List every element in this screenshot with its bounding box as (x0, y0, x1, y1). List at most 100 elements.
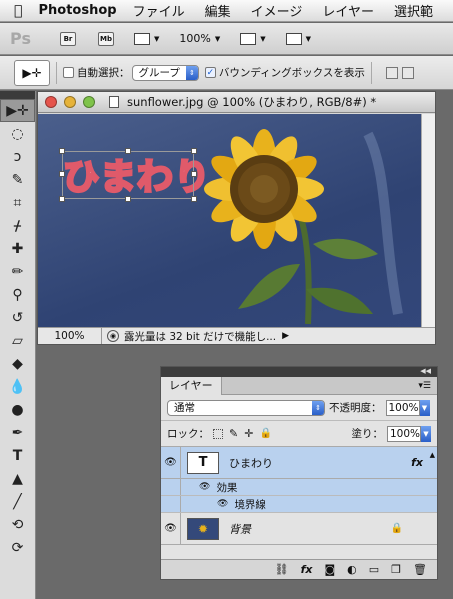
zoom-button[interactable] (83, 96, 95, 108)
crop-tool-icon[interactable]: ⌗ (0, 191, 35, 214)
panel-grip[interactable] (0, 91, 35, 99)
eye-icon[interactable]: 👁 (161, 447, 181, 478)
new-layer-icon[interactable]: ❐ (391, 563, 401, 576)
eyedropper-tool-icon[interactable]: ᚋ (0, 214, 35, 237)
panel-header-bar[interactable]: ◀◀ (161, 367, 437, 377)
bridge-button[interactable]: Br (60, 31, 76, 46)
document-titlebar[interactable]: sunflower.jpg @ 100% (ひまわり, RGB/8#) * (38, 92, 435, 113)
lock-fill-row: ロック： ✎ ✛ 🔒 塗り： 100% ▼ (161, 421, 437, 447)
layer-row-background[interactable]: 👁 ✹ 背景 🔒 (161, 513, 437, 545)
apple-icon[interactable]:  (10, 3, 26, 19)
opacity-value[interactable]: 100% (385, 399, 420, 416)
close-button[interactable] (45, 96, 57, 108)
zoom-level: 100% (179, 32, 211, 45)
lock-all-icon[interactable]: 🔒 (259, 428, 271, 439)
arrange-documents-dropdown[interactable]: ▼ (240, 32, 266, 45)
effects-row[interactable]: 👁 効果 (161, 479, 437, 496)
transform-handle[interactable] (191, 148, 197, 154)
zoom-field[interactable]: 100% (38, 328, 102, 344)
chevron-down-icon[interactable]: ▼ (421, 425, 431, 442)
eye-icon[interactable]: 👁 (199, 482, 210, 492)
document-canvas[interactable]: ひまわり (38, 114, 422, 329)
effects-label: 効果 (216, 481, 238, 494)
status-menu-arrow-icon[interactable]: ▶ (282, 331, 289, 341)
menu-file[interactable]: ファイル (133, 1, 185, 20)
pen-tool-icon[interactable]: ✒ (0, 421, 35, 444)
transform-handle[interactable] (59, 148, 65, 154)
path-select-tool-icon[interactable]: ▲ (0, 467, 35, 490)
ps-logo: Ps (10, 29, 31, 48)
minimize-button[interactable] (64, 96, 76, 108)
layer-row-himawari[interactable]: 👁 T ひまわり fx ▲ (161, 447, 437, 479)
eye-icon[interactable]: 👁 (161, 513, 181, 544)
blend-mode-dropdown[interactable]: 通常 ⇕ (167, 399, 325, 416)
quick-select-tool-icon[interactable]: ✎ (0, 168, 35, 191)
layer-name[interactable]: 背景 (229, 521, 251, 537)
line-tool-icon[interactable]: ╱ (0, 490, 35, 513)
application-bar: Ps Br Mb ▼ 100% ▼ ▼ ▼ (0, 23, 453, 55)
3d-rotate-tool-icon[interactable]: ⟲ (0, 513, 35, 536)
adjustment-layer-icon[interactable]: ◐ (347, 563, 357, 576)
layer-name[interactable]: ひまわり (229, 455, 273, 471)
menu-select[interactable]: 選択範 (394, 1, 433, 20)
chevron-down-icon[interactable]: ▼ (419, 399, 430, 416)
app-menu[interactable]: Photoshop (38, 3, 116, 18)
panel-menu-icon[interactable]: ▾☰ (418, 381, 431, 391)
tab-layers[interactable]: レイヤー (161, 376, 222, 395)
fill-value[interactable]: 100% (387, 425, 421, 442)
collapse-icon[interactable]: ◀◀ (420, 367, 431, 375)
transform-handle[interactable] (59, 171, 65, 177)
brush-tool-icon[interactable]: ✏ (0, 260, 35, 283)
tool-preset-picker[interactable]: ▶✛ (14, 59, 50, 86)
lock-position-icon[interactable]: ✛ (244, 427, 253, 440)
updown-arrow-icon: ⇕ (312, 400, 324, 415)
sunflower-photo (204, 129, 403, 325)
opacity-field[interactable]: 100% ▼ (385, 399, 430, 416)
type-tool-icon[interactable]: T (0, 444, 35, 467)
align-middle-icon[interactable] (401, 66, 414, 79)
effects-toggle-arrow-icon[interactable]: ▲ (430, 451, 435, 459)
screen-mode-dropdown[interactable]: ▼ (285, 32, 311, 45)
transform-handle[interactable] (191, 171, 197, 177)
mini-bridge-button[interactable]: Mb (98, 31, 114, 46)
link-layers-icon[interactable]: ⛓ (275, 563, 289, 576)
vertical-scrollbar[interactable] (421, 114, 435, 329)
marquee-tool-icon[interactable]: ◌ (0, 122, 35, 145)
clone-stamp-tool-icon[interactable]: ⚲ (0, 283, 35, 306)
bounding-box-option: ✓ バウンディングボックスを表示 (204, 65, 365, 80)
view-extras-dropdown[interactable]: ▼ (134, 32, 159, 45)
move-tool-icon[interactable]: ▶✛ (0, 99, 35, 122)
trash-icon[interactable]: 🗑 (413, 563, 427, 576)
new-group-icon[interactable]: ▭ (369, 563, 379, 576)
lock-transparency-icon[interactable] (213, 428, 223, 439)
blur-tool-icon[interactable]: 💧 (0, 375, 35, 398)
history-brush-tool-icon[interactable]: ↺ (0, 306, 35, 329)
add-mask-icon[interactable]: ◙ (324, 563, 335, 576)
transform-handle[interactable] (125, 148, 131, 154)
dodge-tool-icon[interactable]: ● (0, 398, 35, 421)
menu-edit[interactable]: 編集 (205, 1, 231, 20)
fill-field[interactable]: 100% ▼ (387, 425, 431, 442)
eye-icon[interactable]: 👁 (217, 499, 228, 509)
lock-pixels-icon[interactable]: ✎ (229, 427, 238, 440)
align-top-icon[interactable] (385, 66, 398, 79)
status-info-icon[interactable]: ◉ (107, 330, 119, 342)
transform-bounding-box[interactable] (59, 148, 197, 202)
bounding-box-checkbox[interactable]: ✓ (204, 67, 216, 78)
paint-bucket-tool-icon[interactable]: ◆ (0, 352, 35, 375)
auto-select-checkbox[interactable] (63, 67, 74, 78)
healing-brush-tool-icon[interactable]: ✚ (0, 237, 35, 260)
stroke-effect-row[interactable]: 👁 境界線 (161, 496, 437, 513)
transform-handle[interactable] (191, 196, 197, 202)
lasso-tool-icon[interactable]: ↄ (0, 145, 35, 168)
transform-handle[interactable] (125, 196, 131, 202)
eraser-tool-icon[interactable]: ▱ (0, 329, 35, 352)
3d-orbit-tool-icon[interactable]: ⟳ (0, 536, 35, 559)
add-style-icon[interactable]: fx (301, 563, 313, 576)
auto-select-dropdown[interactable]: グループ ⇕ (131, 64, 199, 81)
fx-icon[interactable]: fx (411, 456, 423, 469)
menu-layer[interactable]: レイヤー (322, 1, 374, 20)
zoom-dropdown[interactable]: 100% ▼ (179, 32, 220, 45)
menu-image[interactable]: イメージ (251, 1, 303, 20)
transform-handle[interactable] (59, 196, 65, 202)
